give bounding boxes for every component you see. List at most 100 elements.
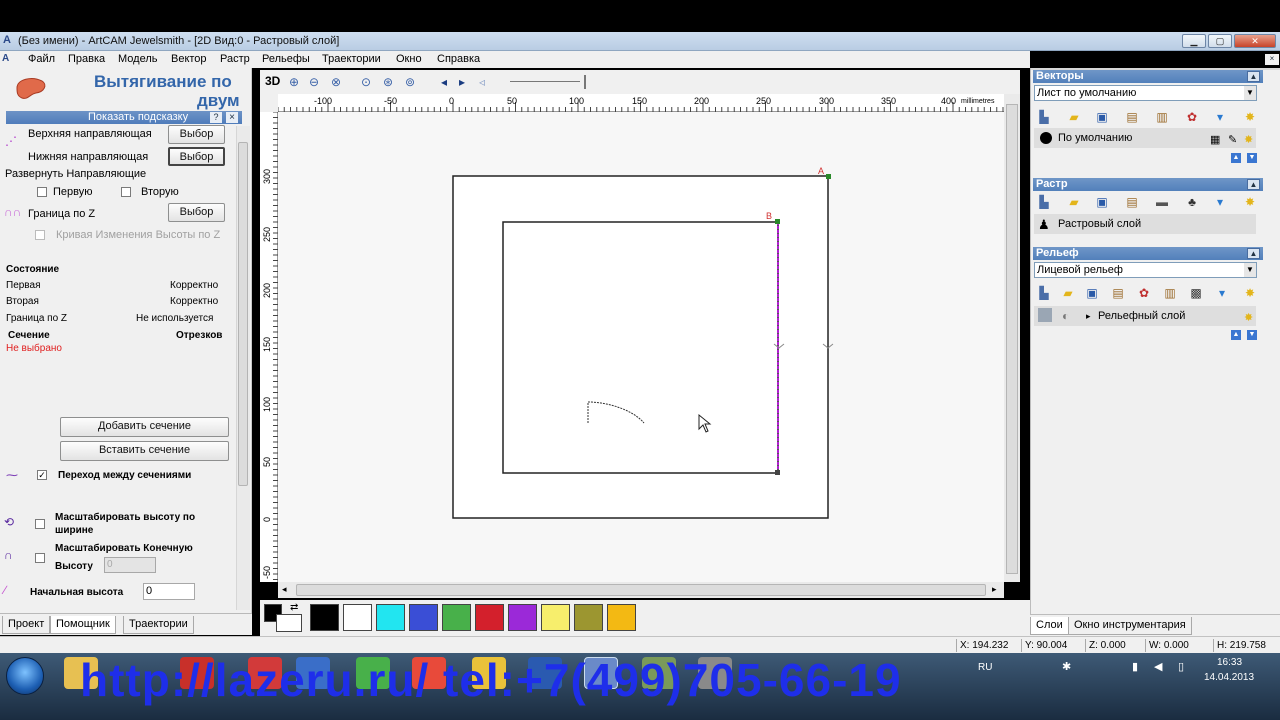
minimize-button[interactable]: ▁ bbox=[1182, 34, 1206, 48]
3d-view-button[interactable]: 3D bbox=[265, 74, 280, 88]
relief-layer-row[interactable]: ◐ ▸ Рельефный слой ✸ bbox=[1034, 306, 1256, 326]
zoom-selection-icon[interactable]: ⊛ bbox=[380, 74, 396, 90]
zoom-in-icon[interactable]: ⊕ bbox=[286, 74, 302, 90]
save-icon[interactable]: ▣ bbox=[1084, 285, 1100, 301]
network-icon[interactable]: ▮ bbox=[1132, 660, 1138, 673]
visibility-icon[interactable]: ✸ bbox=[1244, 130, 1253, 150]
clock-time[interactable]: 16:33 bbox=[1217, 657, 1242, 668]
zoom-fit-icon[interactable]: ⊙ bbox=[358, 74, 374, 90]
color-swatch[interactable] bbox=[508, 604, 537, 631]
insert-section-button[interactable]: Вставить сечение bbox=[60, 441, 229, 461]
tab-toolbox[interactable]: Окно инструментария bbox=[1068, 617, 1192, 635]
raster-convert-icon[interactable]: ♣ bbox=[1184, 194, 1200, 210]
paste-icon[interactable]: ▤ bbox=[1124, 109, 1140, 125]
pan-left-icon[interactable]: ◂ bbox=[436, 74, 452, 90]
menu-toolpaths[interactable]: Траектории bbox=[322, 53, 381, 65]
copy-icon[interactable]: ▥ bbox=[1154, 109, 1170, 125]
move-up-icon[interactable]: ▲ bbox=[1231, 330, 1241, 340]
scroll-right-arrow-icon[interactable]: ▸ bbox=[992, 584, 997, 595]
scale-width-checkbox[interactable] bbox=[35, 519, 45, 529]
add-section-button[interactable]: Добавить сечение bbox=[60, 417, 229, 437]
lightbulb-icon[interactable]: ✸ bbox=[1244, 308, 1253, 328]
relief-mask-icon[interactable]: ▩ bbox=[1188, 285, 1204, 301]
horizontal-scroll-thumb[interactable] bbox=[296, 584, 986, 596]
open-folder-icon[interactable]: ▰ bbox=[1060, 285, 1076, 301]
first-checkbox[interactable] bbox=[37, 187, 47, 197]
paste-icon[interactable]: ▤ bbox=[1110, 285, 1126, 301]
relief-dropdown[interactable]: Лицевой рельеф ▼ bbox=[1034, 262, 1257, 278]
move-down-icon[interactable]: ▼ bbox=[1247, 153, 1257, 163]
zoom-out-icon[interactable]: ⊖ bbox=[306, 74, 322, 90]
new-layer-icon[interactable]: ▙ bbox=[1036, 109, 1052, 125]
menu-raster[interactable]: Растр bbox=[220, 53, 250, 65]
color-swatch[interactable] bbox=[343, 604, 372, 631]
clock-date[interactable]: 14.04.2013 bbox=[1204, 672, 1254, 683]
volume-icon[interactable]: ◀ bbox=[1154, 660, 1162, 673]
menu-file[interactable]: Файл bbox=[28, 53, 55, 65]
open-folder-icon[interactable]: ▰ bbox=[1066, 194, 1082, 210]
new-relief-icon[interactable]: ▙ bbox=[1036, 285, 1052, 301]
scroll-left-arrow-icon[interactable]: ◂ bbox=[282, 584, 287, 595]
vector-sheet-dropdown[interactable]: Лист по умолчанию ▼ bbox=[1034, 85, 1257, 101]
color-swatch[interactable] bbox=[409, 604, 438, 631]
left-panel-scroll-thumb[interactable] bbox=[238, 142, 248, 486]
relief-copy-icon[interactable]: ▥ bbox=[1162, 285, 1178, 301]
save-icon[interactable]: ▣ bbox=[1094, 109, 1110, 125]
z-boundary-select-button[interactable]: Выбор bbox=[168, 203, 225, 222]
delete-icon[interactable]: ▾ bbox=[1212, 194, 1228, 210]
tab-assistant[interactable]: Помощник bbox=[50, 616, 116, 634]
relief-combine-icon[interactable]: ✿ bbox=[1136, 285, 1152, 301]
hint-bar[interactable]: Показать подсказку ? × bbox=[6, 111, 242, 124]
second-checkbox[interactable] bbox=[121, 187, 131, 197]
new-raster-icon[interactable]: ▙ bbox=[1036, 194, 1052, 210]
menu-model[interactable]: Модель bbox=[118, 53, 157, 65]
upper-guide-select-button[interactable]: Выбор bbox=[168, 125, 225, 144]
color-swatch[interactable] bbox=[475, 604, 504, 631]
vertical-scroll-thumb[interactable] bbox=[1006, 104, 1018, 574]
language-indicator[interactable]: RU bbox=[978, 662, 992, 673]
color-swatch[interactable] bbox=[310, 604, 339, 631]
start-button[interactable] bbox=[6, 657, 44, 695]
hint-close-button[interactable]: × bbox=[226, 112, 238, 123]
scale-end-input[interactable]: 0 bbox=[104, 557, 156, 573]
zoom-slider-track[interactable] bbox=[510, 81, 580, 82]
bluetooth-icon[interactable]: ✱ bbox=[1062, 660, 1071, 673]
layer-color-icon[interactable] bbox=[1040, 132, 1052, 144]
relief-visibility-icon[interactable]: ◐ bbox=[1062, 306, 1069, 326]
delete-icon[interactable]: ▾ bbox=[1212, 109, 1228, 125]
move-down-icon[interactable]: ▼ bbox=[1247, 330, 1257, 340]
zoom-previous-icon[interactable]: ⊗ bbox=[328, 74, 344, 90]
app-menu-icon[interactable]: A bbox=[2, 53, 9, 64]
delete-icon[interactable]: ▾ bbox=[1214, 285, 1230, 301]
color-swatch[interactable] bbox=[574, 604, 603, 631]
vectors-collapse-button[interactable]: ▲ bbox=[1247, 71, 1260, 82]
paste-icon[interactable]: ▤ bbox=[1124, 194, 1140, 210]
lightbulb-icon[interactable]: ✸ bbox=[1242, 109, 1258, 125]
lightbulb-icon[interactable]: ✸ bbox=[1242, 194, 1258, 210]
color-swatch[interactable] bbox=[541, 604, 570, 631]
battery-icon[interactable]: ▯ bbox=[1178, 660, 1184, 673]
relief-collapse-button[interactable]: ▲ bbox=[1247, 248, 1260, 259]
move-up-icon[interactable]: ▲ bbox=[1231, 153, 1241, 163]
save-icon[interactable]: ▣ bbox=[1094, 194, 1110, 210]
menu-edit[interactable]: Правка bbox=[68, 53, 105, 65]
secondary-color-swatch[interactable] bbox=[276, 614, 302, 632]
pan-right-icon[interactable]: ▸ bbox=[454, 74, 470, 90]
raster-collapse-button[interactable]: ▲ bbox=[1247, 179, 1260, 190]
color-swatch[interactable] bbox=[376, 604, 405, 631]
lightbulb-icon[interactable]: ✸ bbox=[1242, 285, 1258, 301]
start-height-input[interactable]: 0 bbox=[143, 583, 195, 600]
expand-arrow-icon[interactable]: ▸ bbox=[1086, 306, 1091, 326]
color-swatch[interactable] bbox=[442, 604, 471, 631]
maximize-button[interactable]: ▢ bbox=[1208, 34, 1232, 48]
pan-back-icon[interactable]: ◃ bbox=[474, 74, 490, 90]
menu-help[interactable]: Справка bbox=[437, 53, 480, 65]
height-curve-checkbox[interactable] bbox=[35, 230, 45, 240]
raster-image-icon[interactable]: ▬ bbox=[1154, 194, 1170, 210]
close-button[interactable]: ✕ bbox=[1234, 34, 1276, 48]
raster-layer-row[interactable]: ♟ Растровый слой bbox=[1034, 214, 1256, 234]
lock-icon[interactable]: ▦ bbox=[1210, 130, 1220, 150]
tab-layers[interactable]: Слои bbox=[1030, 617, 1069, 635]
swap-colors-icon[interactable]: ⇄ bbox=[290, 602, 298, 613]
canvas-vertical-scrollbar[interactable] bbox=[1004, 94, 1020, 582]
